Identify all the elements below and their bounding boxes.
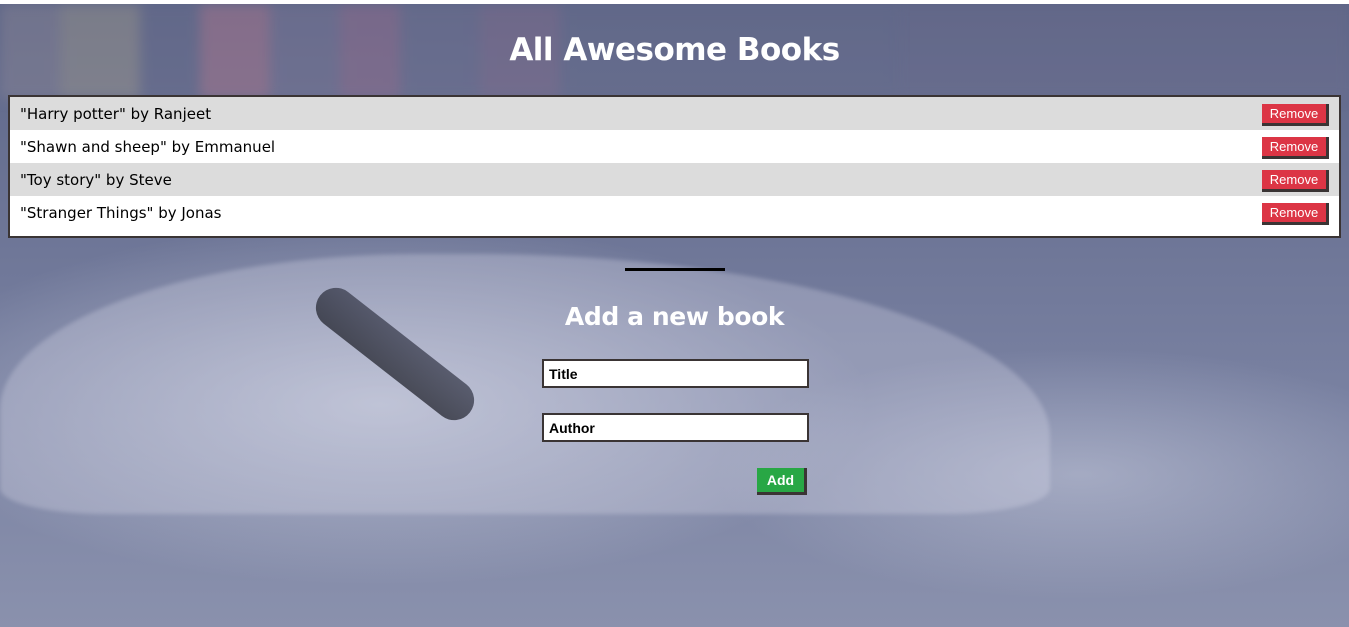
title-input[interactable] (542, 359, 809, 388)
add-button[interactable]: Add (757, 468, 807, 495)
book-entry-text: "Shawn and sheep" by Emmanuel (20, 137, 276, 156)
book-row: "Toy story" by Steve Remove (10, 163, 1339, 196)
remove-button[interactable]: Remove (1262, 203, 1329, 225)
book-entry-text: "Harry potter" by Ranjeet (20, 104, 212, 123)
background-open-book (0, 254, 1050, 514)
author-input[interactable] (542, 413, 809, 442)
remove-button[interactable]: Remove (1262, 170, 1329, 192)
page-background: All Awesome Books "Harry potter" by Ranj… (0, 4, 1349, 627)
page-title: All Awesome Books (509, 32, 840, 68)
book-entry-text: "Toy story" by Steve (20, 170, 172, 189)
add-book-heading: Add a new book (564, 302, 785, 331)
book-row: "Shawn and sheep" by Emmanuel Remove (10, 130, 1339, 163)
book-list: "Harry potter" by Ranjeet Remove "Shawn … (8, 95, 1341, 238)
remove-button[interactable]: Remove (1262, 104, 1329, 126)
book-entry-text: "Stranger Things" by Jonas (20, 203, 222, 222)
remove-button[interactable]: Remove (1262, 137, 1329, 159)
book-row: "Harry potter" by Ranjeet Remove (10, 97, 1339, 130)
book-row: "Stranger Things" by Jonas Remove (10, 196, 1339, 229)
section-divider (625, 268, 725, 271)
